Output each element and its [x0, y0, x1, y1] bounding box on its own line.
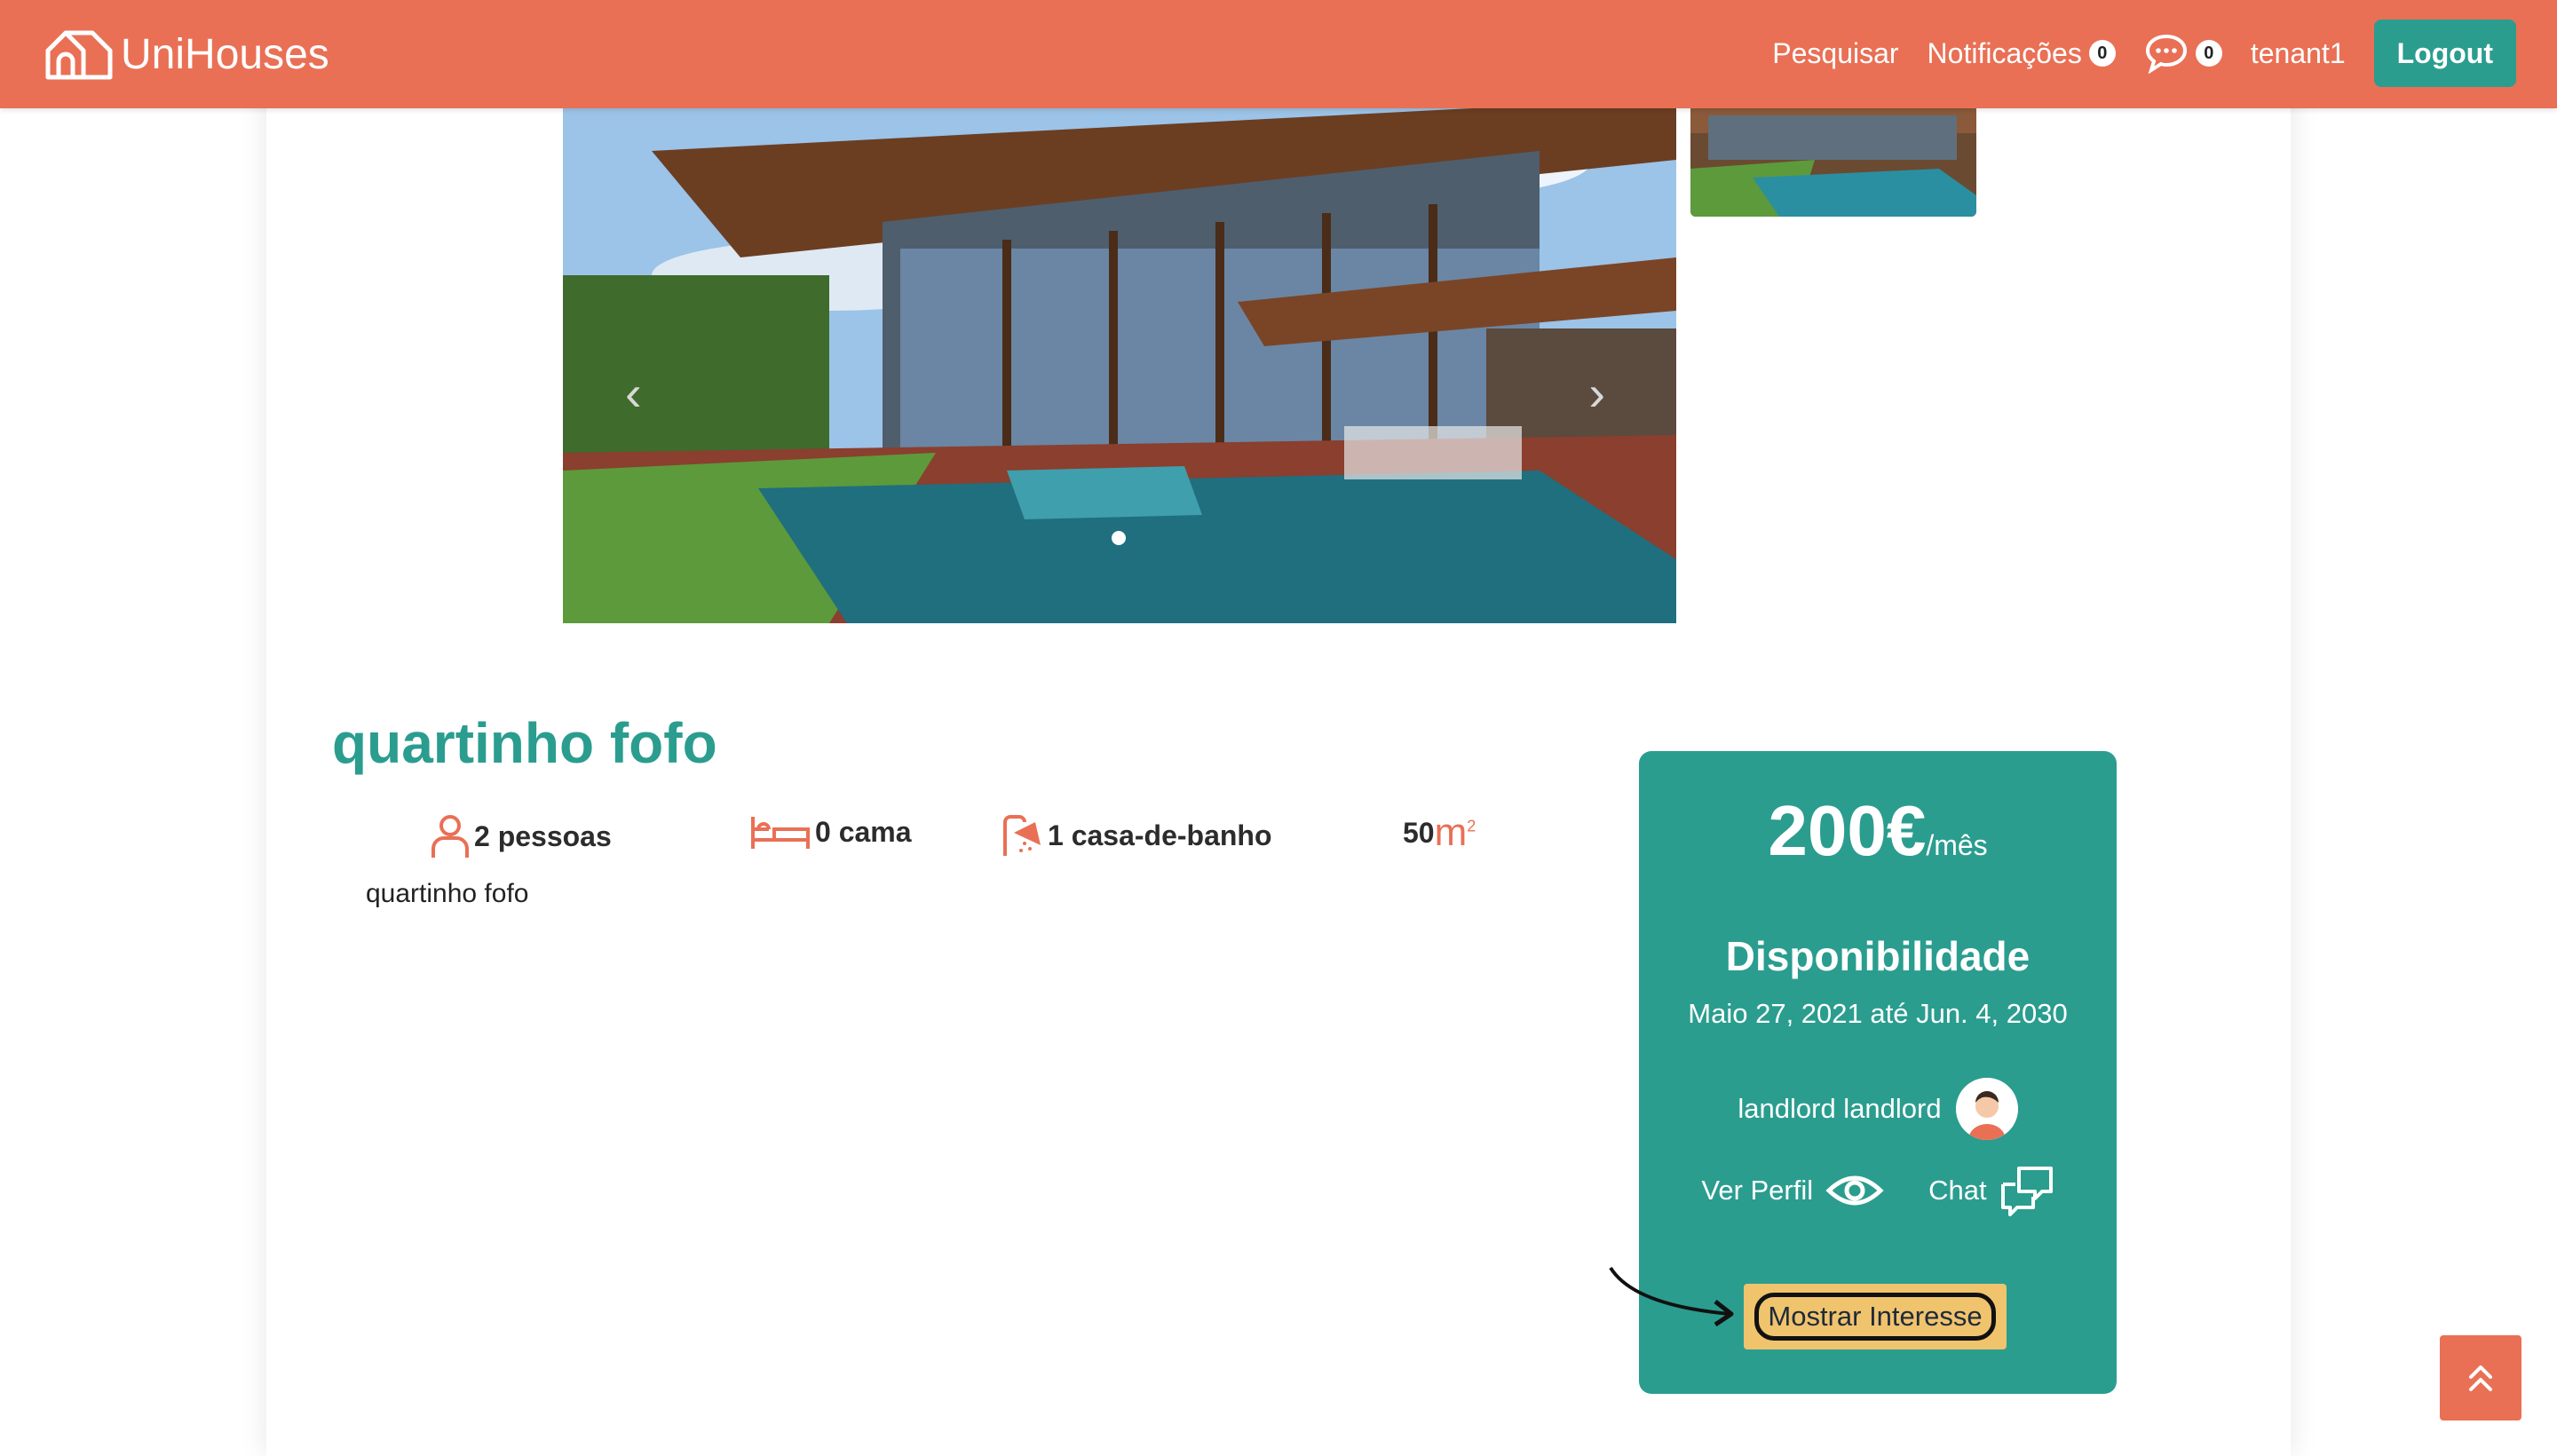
view-profile-label: Ver Perfil — [1701, 1175, 1814, 1206]
listing-description: quartinho fofo — [366, 879, 529, 908]
people-count: 2 pessoas — [474, 819, 612, 852]
scroll-top-button[interactable] — [2440, 1335, 2521, 1420]
landlord-info: landlord landlord — [1639, 1078, 2117, 1140]
landlord-actions: Ver Perfil Chat — [1639, 1165, 2117, 1216]
feature-area: 50 m2 — [1403, 813, 1476, 852]
person-icon — [431, 815, 469, 858]
carousel-next-icon[interactable]: › — [1588, 364, 1605, 422]
chat-icon — [2000, 1167, 2053, 1216]
carousel-prev-icon[interactable]: ‹ — [625, 364, 642, 422]
nav-messages-link[interactable]: 0 — [2144, 33, 2222, 74]
show-interest-label: Mostrar Interesse — [1754, 1293, 1996, 1341]
beds-count: 0 cama — [815, 815, 912, 848]
chat-bubble-icon — [2145, 34, 2187, 74]
price: 200€/mês — [1639, 790, 2117, 872]
listing-title: quartinho fofo — [332, 711, 717, 775]
eye-icon — [1825, 1175, 1884, 1206]
thumbnail-image — [1690, 98, 1976, 217]
landlord-name: landlord landlord — [1738, 1093, 1942, 1124]
chat-label: Chat — [1928, 1175, 1987, 1206]
availability-title: Disponibilidade — [1725, 933, 2031, 979]
photo-thumbnail[interactable] — [1690, 98, 1976, 217]
bed-icon — [751, 817, 810, 849]
price-amount: 200€ — [1768, 791, 1927, 870]
navbar: UniHouses Pesquisar Notificações 0 0 ten… — [0, 0, 2557, 108]
landlord-avatar[interactable] — [1955, 1078, 2018, 1140]
view-profile-link[interactable]: Ver Perfil — [1701, 1171, 1884, 1210]
chat-link[interactable]: Chat — [1928, 1165, 2054, 1216]
feature-bathrooms: 1 casa-de-banho — [1000, 813, 1272, 858]
nav-username[interactable]: tenant1 — [2251, 37, 2346, 70]
brand-name: UniHouses — [121, 30, 329, 78]
area-m2-icon: m2 — [1434, 811, 1476, 854]
brand-logo[interactable]: UniHouses — [43, 25, 329, 83]
carousel-indicator-dot[interactable] — [1112, 531, 1126, 545]
logout-button[interactable]: Logout — [2373, 20, 2516, 87]
feature-beds: 0 cama — [749, 813, 912, 851]
notifications-label: Notificações — [1927, 36, 2082, 69]
bathrooms-count: 1 casa-de-banho — [1048, 819, 1272, 851]
availability-dates: Maio 27, 2021 até Jun. 4, 2030 — [1688, 998, 2068, 1029]
nav-menu: Pesquisar Notificações 0 0 tenant1 Logou… — [1772, 20, 2516, 87]
home-logo-icon — [45, 30, 113, 80]
show-interest-button[interactable]: Mostrar Interesse — [1744, 1284, 2007, 1349]
area-value: 50 — [1403, 816, 1435, 849]
shower-icon — [1003, 815, 1041, 856]
avatar-icon — [1955, 1078, 2018, 1140]
arrow-up-double-icon — [2469, 1365, 2492, 1391]
annotation-arrow-icon — [1609, 1266, 1734, 1327]
feature-people: 2 pessoas — [430, 813, 612, 859]
price-period: /mês — [1926, 829, 1988, 861]
messages-badge: 0 — [2195, 40, 2222, 67]
photo-carousel[interactable]: ‹ › — [563, 98, 1676, 623]
notifications-badge: 0 — [2088, 40, 2116, 67]
nav-search-link[interactable]: Pesquisar — [1772, 37, 1898, 70]
nav-notifications-link[interactable]: Notificações 0 — [1928, 37, 2116, 70]
